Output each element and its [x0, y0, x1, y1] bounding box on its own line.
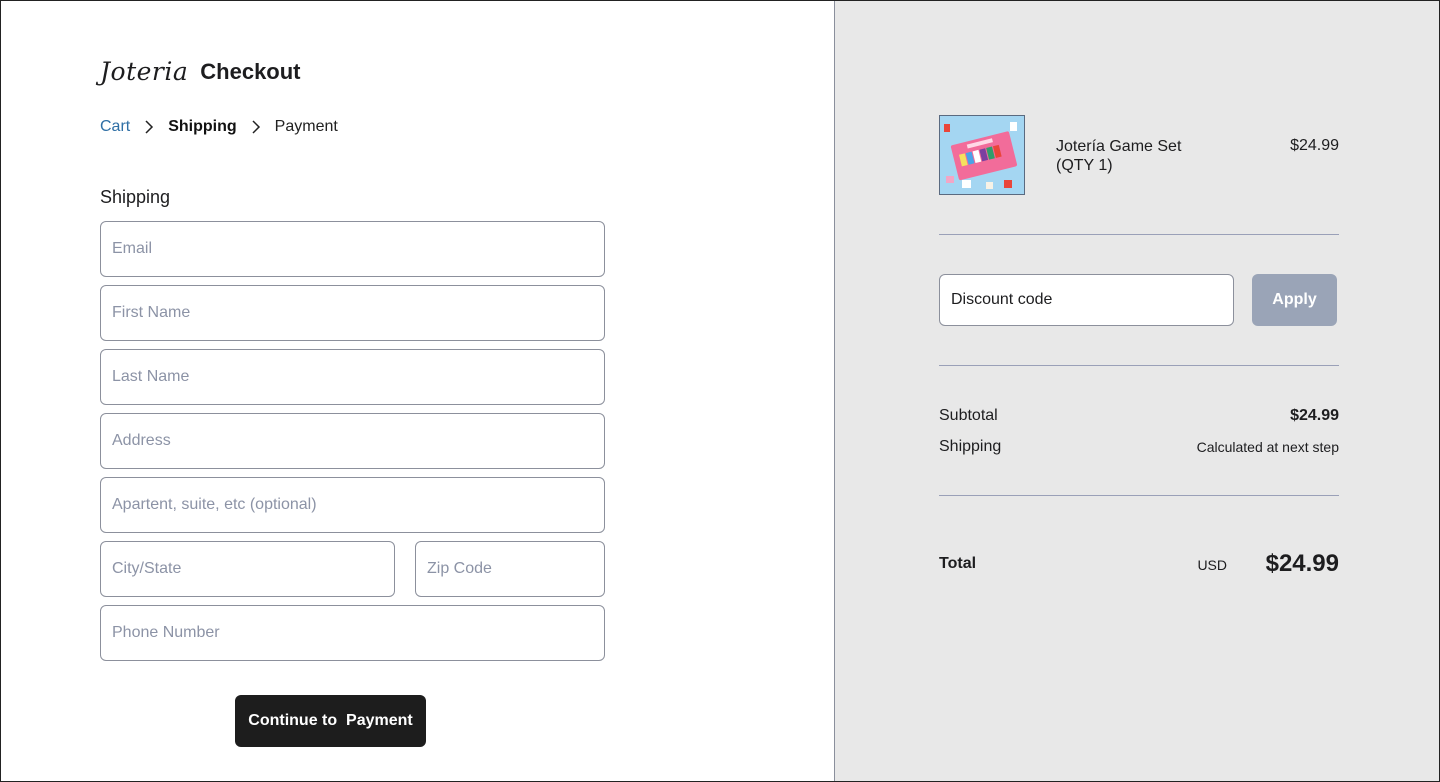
shipping-section-title: Shipping	[100, 187, 171, 207]
brand-logo: Joteria	[100, 57, 189, 86]
last-name-field[interactable]	[100, 349, 605, 405]
shipping-panel: Joteria Checkout Cart Shipping Payment S…	[1, 1, 835, 781]
product-name: Jotería Game Set (QTY 1)	[1056, 138, 1182, 174]
chevron-right-icon	[144, 120, 154, 134]
apply-discount-button[interactable]: Apply	[1252, 274, 1337, 326]
brand-header: Joteria Checkout	[100, 57, 301, 86]
divider	[939, 365, 1339, 366]
city-state-field[interactable]	[100, 541, 395, 597]
continue-to-payment-button[interactable]: Continue to Payment	[235, 695, 426, 747]
breadcrumb-shipping-current: Shipping	[168, 118, 237, 135]
chevron-right-icon	[251, 120, 261, 134]
divider	[939, 234, 1339, 235]
zip-code-field[interactable]	[415, 541, 605, 597]
order-summary-panel: Jotería Game Set (QTY 1) $24.99 Apply Su…	[835, 1, 1439, 781]
apartment-field[interactable]	[100, 477, 605, 533]
page-title: Checkout	[200, 58, 301, 84]
total-value: $24.99	[1265, 550, 1339, 577]
shipping-value: Calculated at next step	[1196, 439, 1339, 455]
total-label: Total	[939, 555, 977, 572]
divider	[939, 495, 1339, 496]
address-field[interactable]	[100, 413, 605, 469]
phone-number-field[interactable]	[100, 605, 605, 661]
email-field[interactable]	[100, 221, 605, 277]
product-price: $24.99	[1290, 137, 1339, 154]
shipping-label: Shipping	[939, 438, 1002, 455]
total-currency: USD	[1197, 557, 1227, 573]
discount-code-input[interactable]	[939, 274, 1234, 326]
subtotal-value: $24.99	[1290, 407, 1339, 424]
product-image	[939, 115, 1025, 195]
breadcrumb-payment: Payment	[274, 118, 338, 135]
subtotal-label: Subtotal	[939, 407, 998, 424]
first-name-field[interactable]	[100, 285, 605, 341]
breadcrumb-cart-link[interactable]: Cart	[100, 118, 130, 136]
checkout-page: Joteria Checkout Cart Shipping Payment S…	[0, 0, 1440, 782]
breadcrumb: Cart Shipping Payment	[100, 118, 338, 136]
